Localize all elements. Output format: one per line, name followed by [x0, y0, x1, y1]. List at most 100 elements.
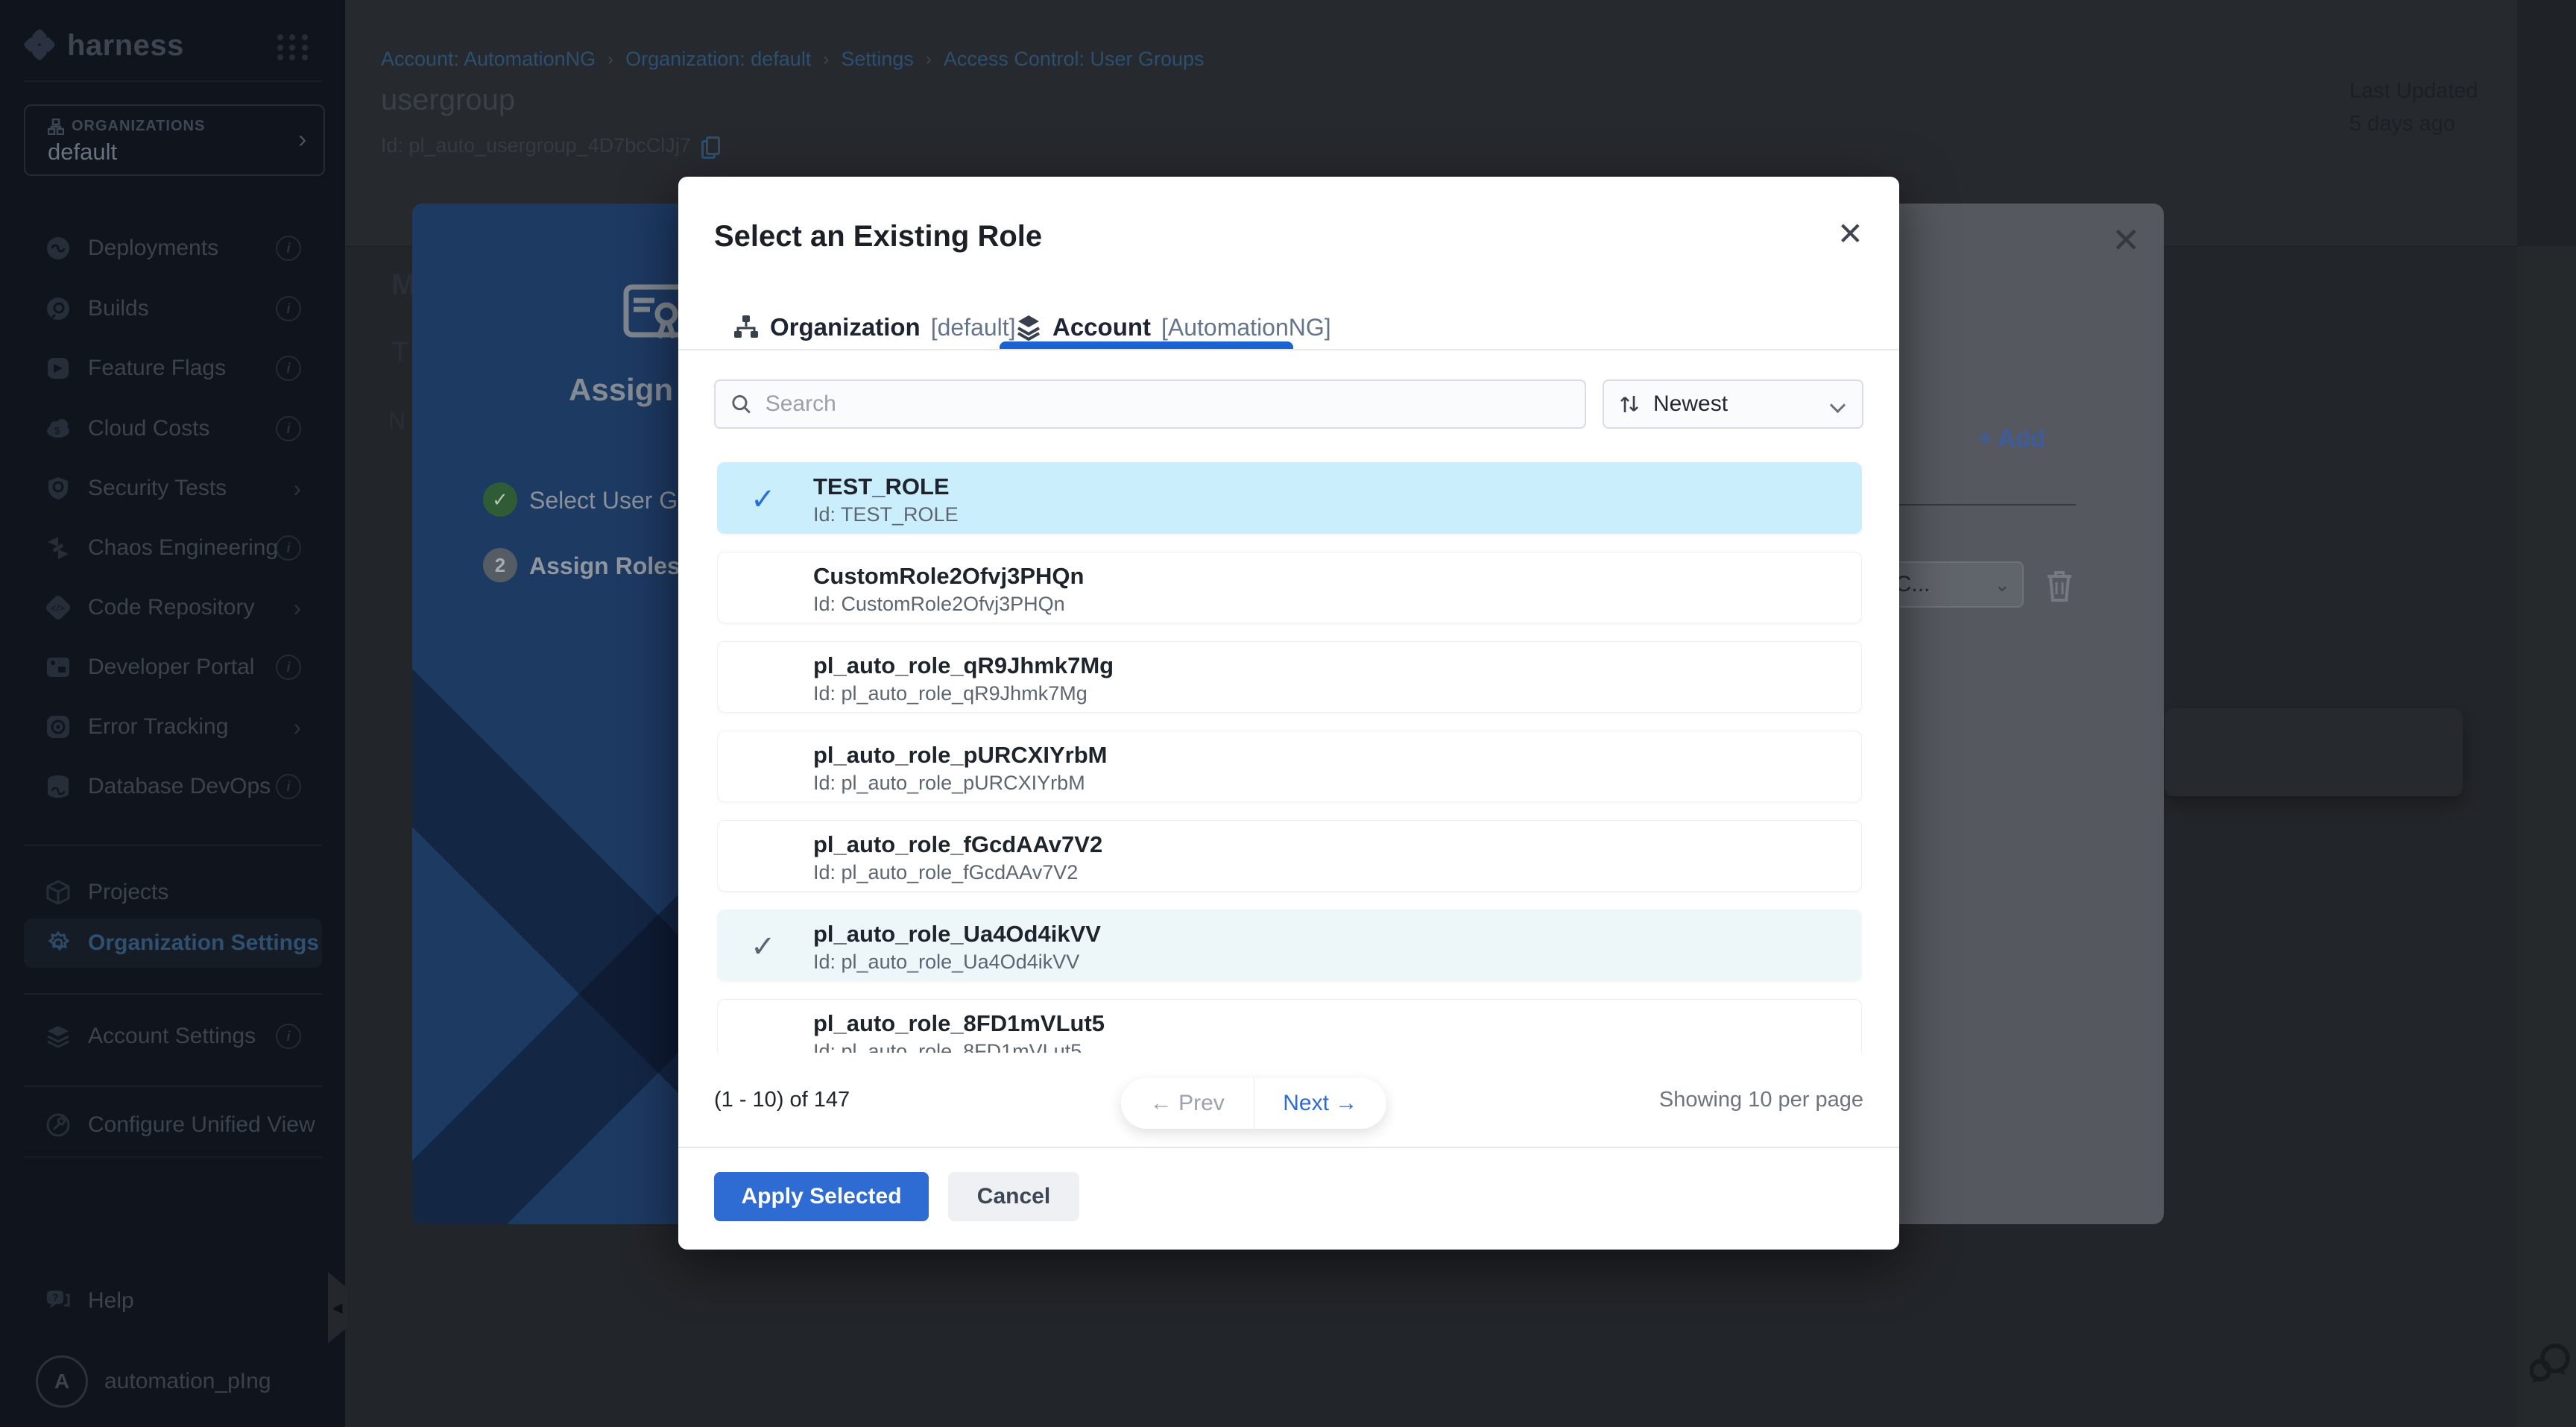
- sidebar-item-builds[interactable]: Builds i: [24, 284, 322, 333]
- user-profile[interactable]: A automation_pIng: [24, 1355, 271, 1408]
- info-icon[interactable]: i: [276, 416, 301, 441]
- sidebar-item-configure-unified-view[interactable]: Configure Unified View: [24, 1100, 322, 1150]
- role-list: ✓ TEST_ROLE Id: TEST_ROLE CustomRole2Ofv…: [717, 462, 1862, 1053]
- app-grid-icon[interactable]: [277, 34, 310, 61]
- copy-icon[interactable]: [701, 136, 716, 156]
- sidebar-item-developer-portal[interactable]: Developer Portal i: [24, 643, 322, 692]
- tab-label: Organization: [770, 313, 921, 341]
- info-icon[interactable]: i: [276, 296, 301, 321]
- role-id: Id: pl_auto_role_pURCXIYrbM: [813, 772, 1085, 795]
- breadcrumb-org-link[interactable]: Organization: default: [625, 48, 811, 71]
- sidebar-divider: [24, 81, 322, 82]
- tab-account[interactable]: Account [AutomationNG]: [1015, 313, 1331, 341]
- sidebar-item-account-settings[interactable]: Account Settings i: [24, 1012, 322, 1061]
- next-page-button[interactable]: Next →: [1254, 1078, 1387, 1129]
- apply-selected-button[interactable]: Apply Selected: [714, 1172, 929, 1221]
- sidebar-item-error-tracking[interactable]: Error Tracking ›: [24, 702, 322, 752]
- sort-dropdown[interactable]: Newest: [1603, 379, 1863, 429]
- prev-page-button[interactable]: ← Prev: [1121, 1078, 1254, 1129]
- info-icon[interactable]: i: [276, 356, 301, 381]
- org-selector-label-text: ORGANIZATIONS: [72, 118, 205, 135]
- sidebar: harness ORGANIZATIONS default › Deploy: [0, 0, 345, 1427]
- close-icon[interactable]: ✕: [1837, 218, 1863, 250]
- role-id: Id: pl_auto_role_8FD1mVLut5: [813, 1040, 1082, 1053]
- info-icon[interactable]: i: [276, 774, 301, 799]
- sidebar-item-label: Cloud Costs: [88, 416, 209, 441]
- sidebar-item-label: Account Settings: [88, 1024, 256, 1049]
- svg-text:$: $: [54, 425, 60, 436]
- info-icon[interactable]: i: [276, 236, 301, 261]
- breadcrumb-separator: ›: [607, 49, 613, 70]
- breadcrumb-usergroups-link[interactable]: Access Control: User Groups: [944, 48, 1205, 71]
- role-list-item[interactable]: pl_auto_role_8FD1mVLut5 Id: pl_auto_role…: [717, 999, 1862, 1053]
- info-icon[interactable]: i: [276, 1024, 301, 1049]
- select-existing-role-modal: Select an Existing Role ✕ Organization […: [678, 177, 1899, 1250]
- pagination-controls: ← Prev Next →: [1121, 1078, 1386, 1129]
- cancel-button[interactable]: Cancel: [948, 1172, 1079, 1221]
- sidebar-item-label: Security Tests: [88, 476, 227, 501]
- role-list-item[interactable]: pl_auto_role_pURCXIYrbM Id: pl_auto_role…: [717, 731, 1862, 802]
- role-name: pl_auto_role_fGcdAAv7V2: [813, 831, 1102, 858]
- code-repository-icon: </>: [45, 594, 72, 621]
- sidebar-divider: [24, 1156, 322, 1158]
- role-list-item[interactable]: ✓ pl_auto_role_Ua4Od4ikVV Id: pl_auto_ro…: [717, 910, 1862, 981]
- breadcrumb-settings-link[interactable]: Settings: [841, 48, 914, 71]
- tabs-divider: [678, 349, 1899, 350]
- breadcrumb-account-link[interactable]: Account: AutomationNG: [381, 48, 596, 71]
- harness-logo: harness: [22, 28, 184, 63]
- role-list-item[interactable]: ✓ TEST_ROLE Id: TEST_ROLE: [717, 462, 1862, 534]
- org-selector-label: ORGANIZATIONS: [48, 118, 205, 135]
- breadcrumb-separator: ›: [823, 49, 829, 70]
- chevron-right-icon: ›: [293, 594, 301, 622]
- search-input[interactable]: [764, 391, 1570, 418]
- gear-icon: [45, 930, 72, 957]
- database-devops-icon: [45, 773, 72, 800]
- sidebar-item-label: Developer Portal: [88, 655, 254, 680]
- bg-text-fragment: N: [388, 407, 405, 435]
- role-name: pl_auto_role_pURCXIYrbM: [813, 742, 1107, 769]
- sidebar-item-security-tests[interactable]: Security Tests ›: [24, 464, 322, 513]
- info-icon[interactable]: i: [276, 535, 301, 561]
- error-tracking-icon: [45, 714, 72, 740]
- sidebar-item-chaos-engineering[interactable]: Chaos Engineering i: [24, 523, 322, 573]
- info-icon[interactable]: i: [276, 655, 301, 680]
- sidebar-item-projects[interactable]: Projects: [24, 868, 322, 917]
- sidebar-item-deployments[interactable]: Deployments i: [24, 224, 322, 273]
- sidebar-item-label: Organization Settings: [88, 930, 319, 956]
- sidebar-item-database-devops[interactable]: Database DevOps i: [24, 762, 322, 811]
- sidebar-item-feature-flags[interactable]: Feature Flags i: [24, 344, 322, 393]
- tab-organization[interactable]: Organization [default]: [733, 313, 1016, 341]
- tab-badge: [AutomationNG]: [1161, 314, 1331, 341]
- add-button[interactable]: + Add: [1977, 424, 2045, 453]
- account-settings-icon: [45, 1023, 72, 1050]
- cloud-costs-icon: $: [45, 415, 72, 442]
- page-root: Account: AutomationNG › Organization: de…: [0, 0, 2576, 1427]
- sidebar-item-label: Configure Unified View: [88, 1112, 315, 1138]
- page-title: usergroup: [381, 84, 515, 117]
- role-name: CustomRole2Ofvj3PHQn: [813, 563, 1084, 590]
- sidebar-item-code-repository[interactable]: </> Code Repository ›: [24, 583, 322, 632]
- harness-logo-icon: [22, 28, 57, 63]
- sidebar-item-help[interactable]: ? Help: [24, 1276, 322, 1326]
- feature-flags-icon: [45, 355, 72, 382]
- right-gutter-top: [2517, 0, 2576, 246]
- pagination-page-size: Showing 10 per page: [1659, 1088, 1863, 1112]
- sidebar-item-cloud-costs[interactable]: $ Cloud Costs i: [24, 404, 322, 453]
- user-name: automation_pIng: [104, 1369, 271, 1394]
- usergroup-id: Id: pl_auto_usergroup_4D7bcClJj7: [381, 134, 716, 157]
- role-id: Id: pl_auto_role_fGcdAAv7V2: [813, 861, 1078, 884]
- org-selector[interactable]: ORGANIZATIONS default ›: [24, 104, 325, 176]
- chat-widget-icon[interactable]: [2530, 1341, 2572, 1385]
- role-list-item[interactable]: pl_auto_role_fGcdAAv7V2 Id: pl_auto_role…: [717, 820, 1862, 892]
- role-list-item[interactable]: pl_auto_role_qR9Jhmk7Mg Id: pl_auto_role…: [717, 641, 1862, 713]
- trash-icon[interactable]: [2043, 566, 2076, 603]
- sidebar-item-label: Chaos Engineering: [88, 535, 278, 561]
- org-hierarchy-icon: [48, 119, 64, 135]
- close-icon[interactable]: ✕: [2112, 220, 2141, 260]
- role-list-item[interactable]: CustomRole2Ofvj3PHQn Id: CustomRole2Ofvj…: [717, 552, 1862, 623]
- role-id: Id: pl_auto_role_qR9Jhmk7Mg: [813, 682, 1087, 705]
- sidebar-item-organization-settings[interactable]: Organization Settings: [24, 919, 322, 968]
- breadcrumb: Account: AutomationNG › Organization: de…: [381, 48, 1205, 71]
- sidebar-item-label: Error Tracking: [88, 714, 228, 740]
- background-card: [2165, 708, 2463, 796]
